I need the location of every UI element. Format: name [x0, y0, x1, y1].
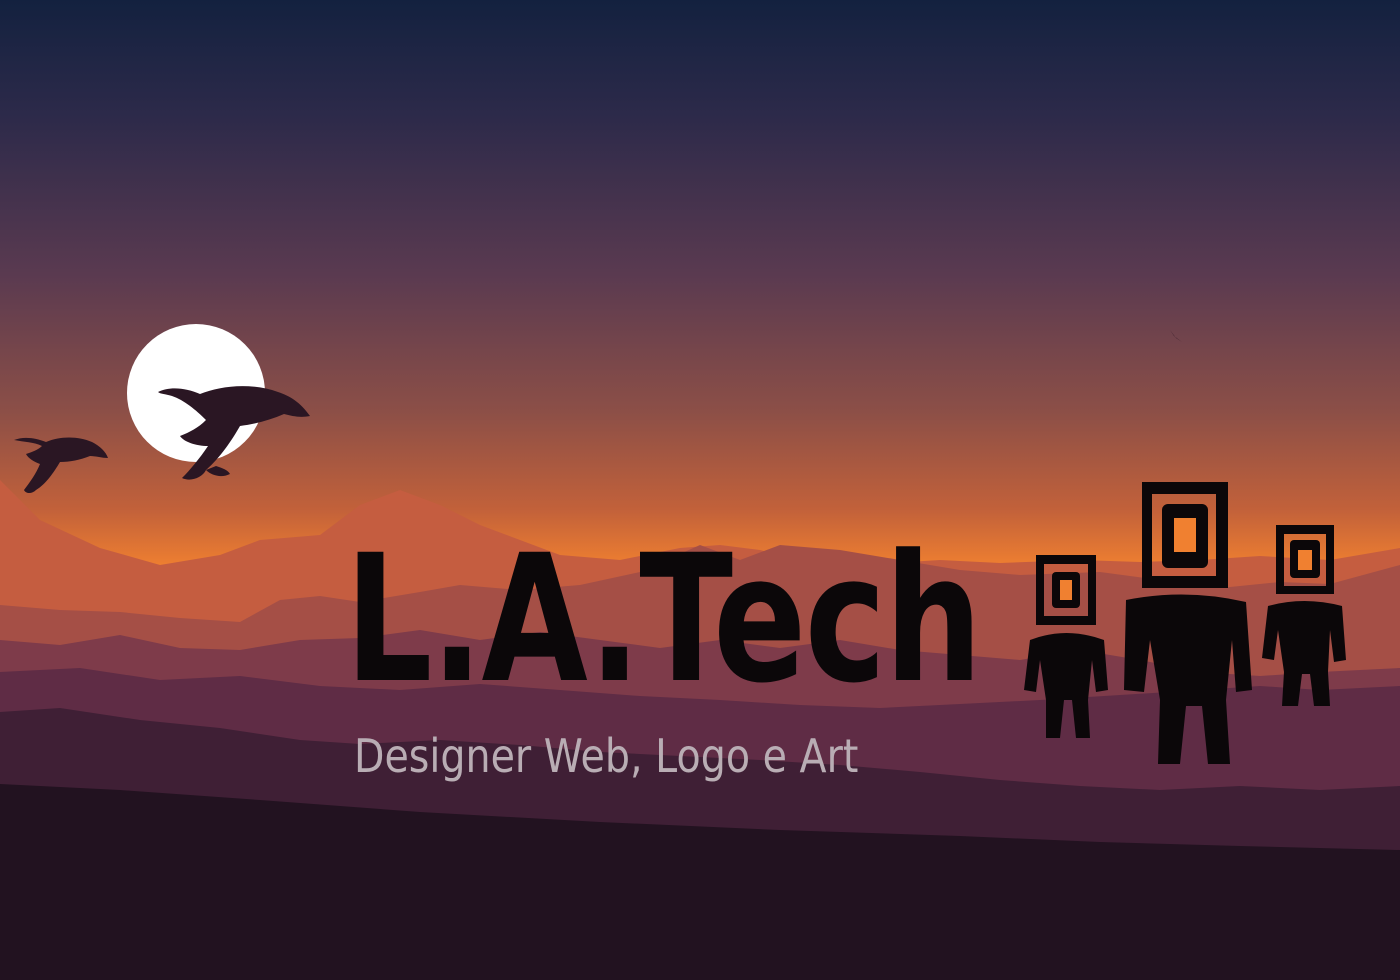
hero-banner: L.A.Tech Designer Web, Logo e Art — [0, 0, 1400, 980]
brand-tagline: Designer Web, Logo e Art — [354, 729, 859, 783]
brand-title: L.A.Tech — [345, 517, 982, 722]
sunset-landscape — [0, 0, 1400, 980]
